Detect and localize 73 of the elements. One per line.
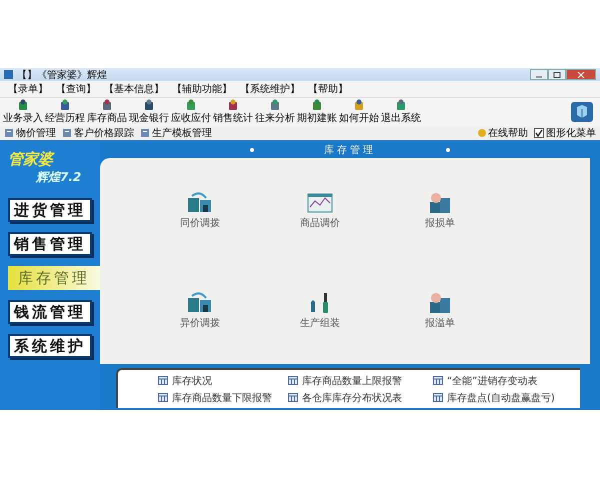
graphic-menu-checkbox[interactable]: 图形化菜单: [534, 126, 596, 140]
table-icon: [288, 376, 298, 385]
section-header: 库存管理: [100, 142, 600, 158]
report-link[interactable]: 各仓库库存分布状况表: [288, 390, 433, 404]
menu-item[interactable]: 【辅助功能】: [172, 82, 232, 96]
report-link[interactable]: 库存商品数量下限报警: [158, 390, 288, 404]
toolbar-icon: [17, 99, 29, 111]
sidebar-button[interactable]: 库存管理: [8, 266, 100, 290]
table-icon: [433, 376, 443, 385]
close-button[interactable]: [566, 69, 596, 80]
menu-item[interactable]: 【系统维护】: [240, 82, 300, 96]
warehouse-transfer-icon: [187, 292, 213, 314]
toolbar-button[interactable]: 业务录入: [2, 99, 44, 125]
menu-item[interactable]: 【基本信息】: [104, 82, 164, 96]
maximize-button[interactable]: [548, 69, 566, 80]
price-chart-icon: [307, 192, 333, 214]
menu-item[interactable]: 【查询】: [56, 82, 96, 96]
toolbar-icon: [101, 99, 113, 111]
logo: 管家婆 辉煌7.2: [8, 150, 82, 186]
stock-report-icon: [427, 292, 453, 314]
help-link[interactable]: 在线帮助: [478, 126, 528, 140]
toolbar-icon: [227, 99, 239, 111]
function-button[interactable]: 生产组装: [260, 291, 380, 331]
stock-report-icon: [427, 192, 453, 214]
table-icon: [158, 393, 168, 402]
window-title: 【】《管家婆》辉煌: [17, 68, 107, 82]
function-button[interactable]: 报溢单: [380, 291, 500, 331]
toolbar-icon: [395, 99, 407, 111]
warehouse-transfer-icon: [187, 192, 213, 214]
toolbar-icon: [59, 99, 71, 111]
table-icon: [433, 393, 443, 402]
toolbar-icon: [311, 99, 323, 111]
function-button[interactable]: 同价调拨: [140, 191, 260, 231]
menu-item[interactable]: 【录单】: [8, 82, 48, 96]
sidebar-button[interactable]: 钱流管理: [8, 300, 92, 324]
table-icon: [288, 393, 298, 402]
function-button[interactable]: 异价调拨: [140, 291, 260, 331]
menu-item[interactable]: 【帮助】: [308, 82, 348, 96]
report-link[interactable]: “全能”进销存变动表: [433, 374, 583, 388]
toolbar-button[interactable]: 如何开始: [338, 99, 380, 125]
toolbar-button[interactable]: 经营历程: [44, 99, 86, 125]
toolbar-button[interactable]: 退出系统: [380, 99, 422, 125]
document-icon: [62, 128, 72, 138]
toolbar-button[interactable]: 库存商品: [86, 99, 128, 125]
toolbar-icon: [185, 99, 197, 111]
app-icon: [4, 70, 13, 79]
document-icon: [4, 128, 14, 138]
toolbar-button[interactable]: 现金银行: [128, 99, 170, 125]
document-icon: [140, 128, 150, 138]
sidebar-button[interactable]: 进货管理: [8, 198, 92, 222]
check-icon: [535, 129, 543, 137]
close-icon: [577, 72, 585, 78]
toolbar-button[interactable]: 往来分析: [254, 99, 296, 125]
report-link[interactable]: 库存盘点(自动盘赢盘亏): [433, 390, 583, 404]
maximize-icon: [553, 72, 561, 78]
toolbar-button[interactable]: 应收应付: [170, 99, 212, 125]
report-link[interactable]: 库存商品数量上限报警: [288, 374, 433, 388]
minimize-button[interactable]: [530, 69, 548, 80]
report-link[interactable]: 库存状况: [158, 374, 288, 388]
function-button[interactable]: 报损单: [380, 191, 500, 231]
sidebar-button[interactable]: 系统维护: [8, 334, 92, 358]
toolbar-button[interactable]: 销售统计: [212, 99, 254, 125]
quick-link[interactable]: 物价管理: [4, 126, 56, 140]
quick-link[interactable]: 客户价格跟踪: [62, 126, 134, 140]
toolbar-icon: [143, 99, 155, 111]
cube-logo-icon: [570, 101, 594, 123]
quick-link[interactable]: 生产模板管理: [140, 126, 212, 140]
table-icon: [158, 376, 168, 385]
function-button[interactable]: 商品调价: [260, 191, 380, 231]
toolbar-button[interactable]: 期初建账: [296, 99, 338, 125]
sidebar-button[interactable]: 销售管理: [8, 232, 92, 256]
toolbar-icon: [269, 99, 281, 111]
toolbar-icon: [353, 99, 365, 111]
